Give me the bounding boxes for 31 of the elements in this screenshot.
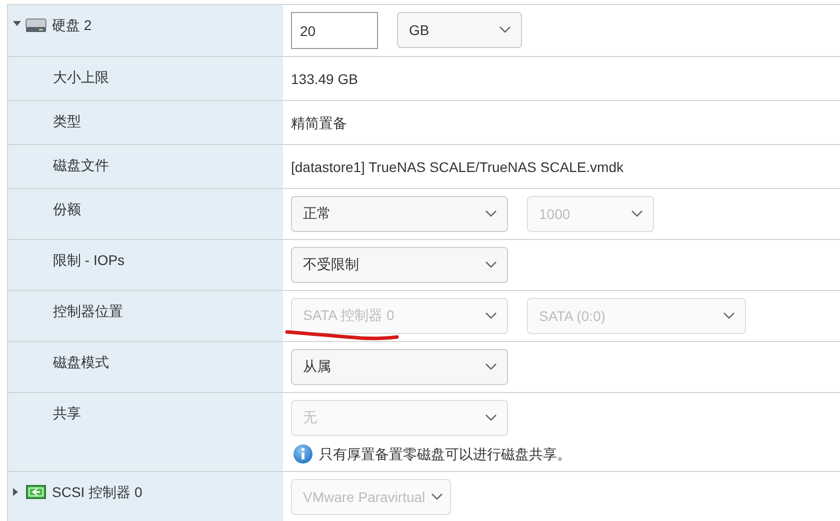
- chevron-icon: [723, 312, 735, 320]
- dropdown[interactable]: 从属: [291, 349, 508, 385]
- field-label: 类型: [53, 112, 81, 131]
- field-label: 限制 - IOPs: [53, 251, 125, 270]
- chevron-icon: [499, 26, 511, 34]
- disk-icon: [25, 17, 47, 33]
- chevron-icon: [631, 210, 643, 218]
- chevron-icon: [485, 261, 497, 269]
- size-input[interactable]: 20: [291, 12, 378, 49]
- field-label: SCSI 控制器 0: [52, 483, 142, 502]
- field-value: 133.49 GB: [291, 71, 358, 87]
- field-label: 磁盘文件: [53, 156, 109, 175]
- chevron-icon: [431, 493, 444, 501]
- field-label: 大小上限: [53, 68, 109, 87]
- dropdown[interactable]: GB: [397, 12, 522, 48]
- chevron-icon: [485, 312, 497, 320]
- field-label: 共享: [53, 404, 81, 423]
- field-value: 精简置备: [291, 115, 347, 131]
- field-label: 控制器位置: [53, 302, 123, 321]
- chevron-icon: [485, 363, 497, 371]
- info-note: 只有厚置备置零磁盘可以进行磁盘共享。: [319, 445, 571, 464]
- controller-icon: [26, 485, 46, 499]
- dropdown[interactable]: 正常: [291, 196, 508, 232]
- chevron-icon: [485, 414, 497, 422]
- info-icon: [293, 444, 313, 464]
- field-label: 硬盘 2: [52, 16, 92, 35]
- dropdown[interactable]: 不受限制: [291, 247, 508, 283]
- field-label: 磁盘模式: [53, 353, 109, 372]
- field-label: 份额: [53, 200, 81, 219]
- field-value: [datastore1] TrueNAS SCALE/TrueNAS SCALE.vmdk: [291, 159, 624, 175]
- chevron-icon: [485, 210, 497, 218]
